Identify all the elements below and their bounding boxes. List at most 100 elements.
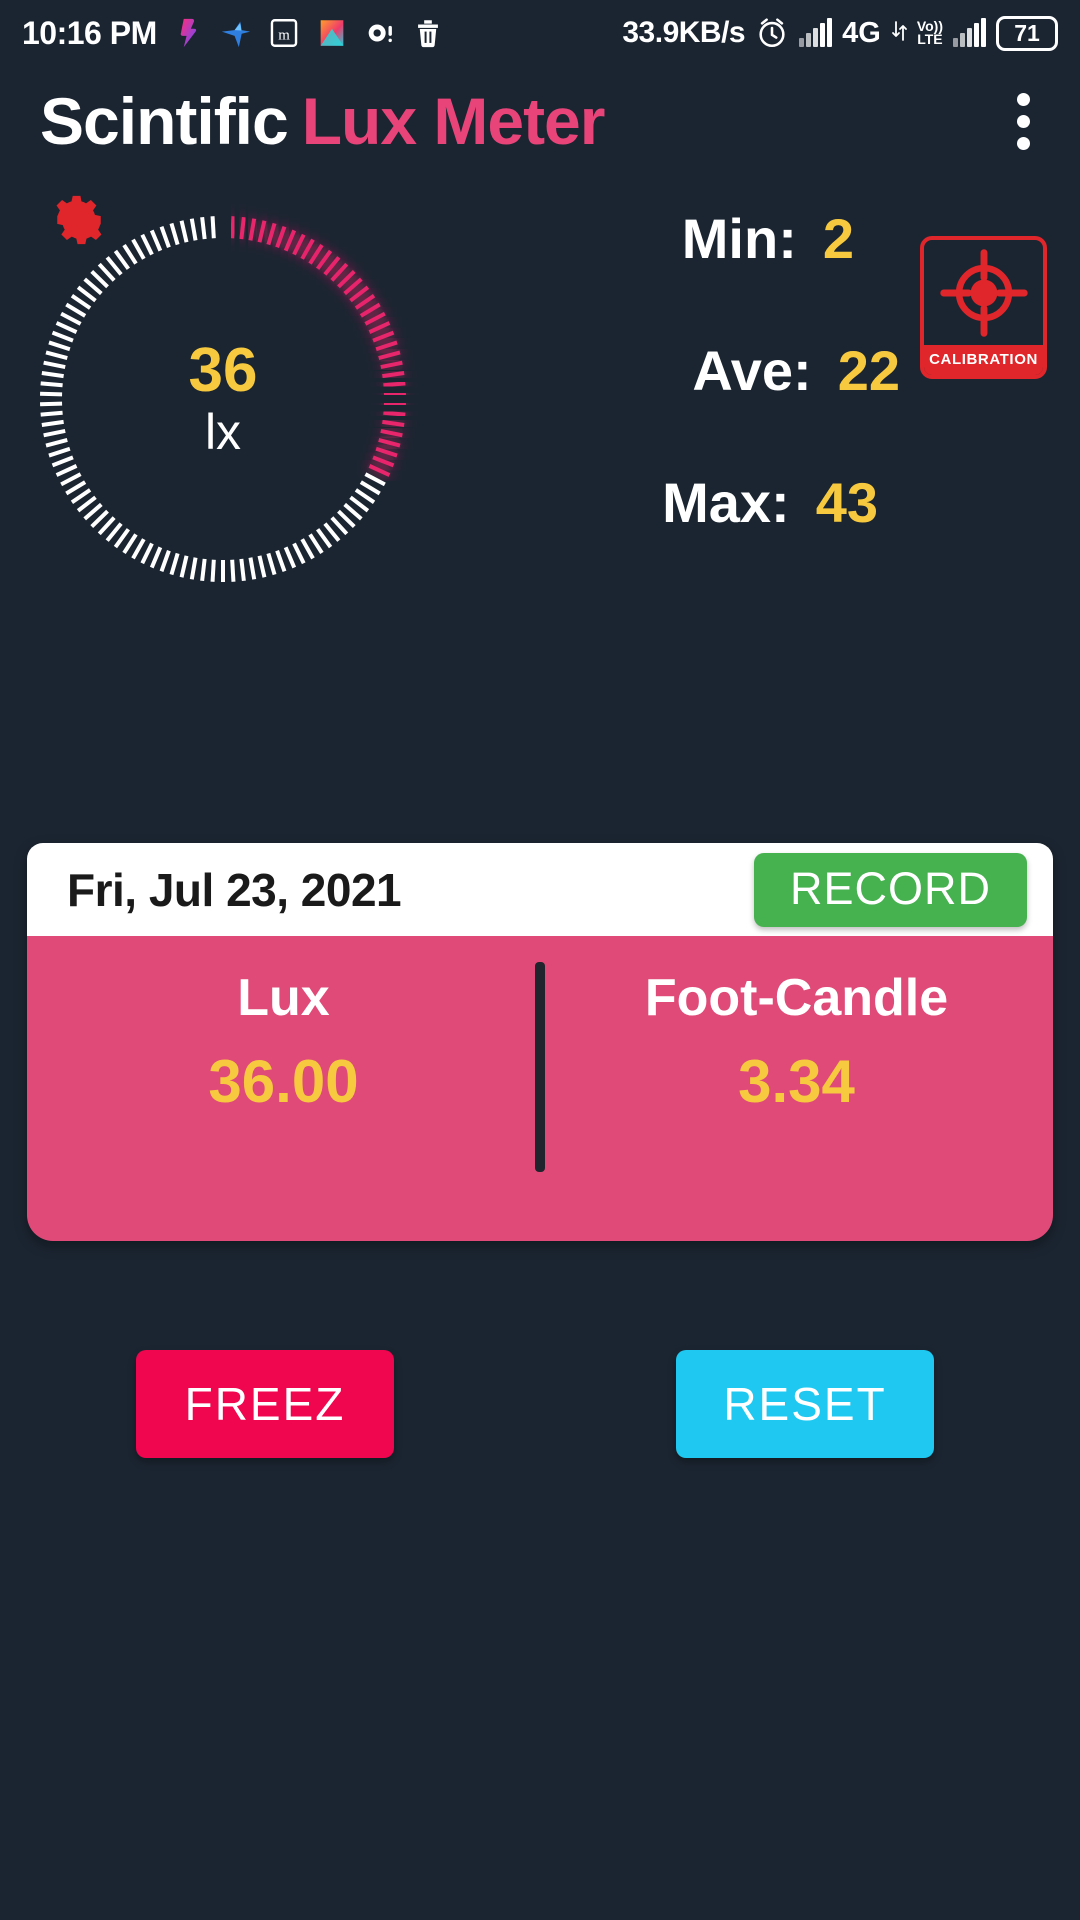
overflow-dot-1 <box>1017 92 1030 106</box>
gauge-tick-active <box>292 233 306 256</box>
gauge-tick-active <box>354 294 376 310</box>
signal-strength-icon-2 <box>953 18 986 47</box>
action-button-row: FREEZ RESET <box>0 1350 1080 1470</box>
gauge-tick-active <box>275 225 287 249</box>
calibration-button[interactable]: CALIBRATION <box>920 236 1047 379</box>
app-icon-pink <box>180 18 196 48</box>
gauge-tick <box>364 472 386 487</box>
gauge-tick <box>90 270 109 289</box>
freez-button[interactable]: FREEZ <box>136 1350 394 1458</box>
gauge-tick <box>65 302 87 318</box>
network-speed: 33.9KB/s <box>622 16 746 49</box>
gauge-tick <box>83 502 103 521</box>
gauge-tick <box>83 277 103 296</box>
app-title-part2: Lux Meter <box>301 84 606 158</box>
gauge-and-stats-section: 36 lx Min: 2 Ave: 22 Max: 43 <box>0 176 1080 646</box>
gauge-tick <box>337 509 356 528</box>
gauge-tick <box>189 218 198 241</box>
gauge-tick-active <box>337 270 356 289</box>
gauge-tick <box>316 528 333 549</box>
gauge-tick <box>51 455 74 468</box>
gauge-tick <box>48 340 71 352</box>
gauge-tick-active <box>248 218 257 241</box>
app-icon-bird <box>221 21 250 48</box>
gauge-tick <box>349 495 370 513</box>
gauge-tick <box>113 528 130 549</box>
gauge-tick <box>210 559 216 582</box>
readings-divider <box>535 962 545 1172</box>
gauge-tick <box>257 555 267 578</box>
gauge-tick-active <box>368 321 391 334</box>
readings-panel: Lux 36.00 Foot-Candle 3.34 <box>27 936 1053 1241</box>
status-bar: 10:16 PM m 33.9KB/s 4G Vo)) LTE 71 <box>0 0 1080 66</box>
gauge-tick <box>97 262 116 282</box>
max-label: Max: <box>662 471 790 534</box>
calibration-icon-area <box>924 240 1043 345</box>
app-icon-m: m <box>270 19 297 47</box>
status-bar-right: 33.9KB/s 4G Vo)) LTE 71 <box>622 15 1058 51</box>
gauge-tick <box>189 557 198 580</box>
gauge-tick-active <box>330 262 349 282</box>
gauge-tick <box>70 488 92 504</box>
lux-reading: Lux 36.00 <box>27 972 540 1241</box>
stat-row-max: Max: 43 <box>470 470 900 602</box>
min-label: Min: <box>681 207 797 270</box>
gauge-tick-active <box>383 391 406 397</box>
record-button[interactable]: RECORD <box>753 852 1027 927</box>
gauge-tick <box>169 552 180 576</box>
gauge-tick <box>140 542 154 565</box>
min-value: 2 <box>822 207 854 270</box>
reset-button[interactable]: RESET <box>676 1350 934 1458</box>
gauge-tick <box>210 216 216 239</box>
gauge-tick <box>131 538 146 560</box>
statistics-panel: Min: 2 Ave: 22 Max: 43 <box>470 206 900 602</box>
gauge-tick <box>48 446 71 458</box>
gauge-tick-active <box>378 437 401 448</box>
gauge-tick <box>323 522 341 542</box>
gauge-tick-active <box>316 249 333 270</box>
app-title-part1: Scintific <box>40 84 289 158</box>
gauge-tick <box>105 256 123 276</box>
app-icon-camera <box>368 24 392 43</box>
gauge-tick <box>76 285 97 303</box>
status-bar-left: 10:16 PM m <box>22 15 445 52</box>
gauge-tick-active <box>239 216 246 240</box>
gauge-tick <box>248 557 257 580</box>
gauge-tick-active <box>359 302 381 318</box>
gauge-tick <box>60 472 82 487</box>
gauge-tick <box>179 555 189 578</box>
data-arrows-icon <box>891 18 907 49</box>
gauge-tick <box>159 549 171 573</box>
gauge-tick <box>41 370 64 379</box>
record-card: Fri, Jul 23, 2021 RECORD Lux 36.00 Foot-… <box>27 843 1053 1241</box>
gauge-tick-active <box>382 370 405 379</box>
gauge-tick <box>55 464 78 477</box>
calibration-label: CALIBRATION <box>924 345 1043 375</box>
stat-row-min: Min: 2 <box>470 206 900 338</box>
gauge-tick <box>40 391 63 397</box>
gauge-tick-active <box>349 285 370 303</box>
svg-text:m: m <box>278 27 290 43</box>
volte-bottom-text: LTE <box>917 31 943 47</box>
gauge-tick <box>40 381 63 388</box>
gauge-tick <box>122 533 138 555</box>
ave-value: 22 <box>837 339 900 402</box>
app-icon-gallery <box>320 20 344 46</box>
gauge-tick <box>343 502 363 521</box>
gauge-tick <box>275 549 287 573</box>
status-time: 10:16 PM <box>22 14 157 51</box>
gauge-tick <box>179 220 189 243</box>
stat-row-ave: Ave: 22 <box>470 338 900 470</box>
gauge-tick <box>300 538 315 560</box>
gauge-tick <box>169 222 180 246</box>
overflow-menu-icon[interactable] <box>1003 79 1044 164</box>
network-type: 4G <box>842 16 881 49</box>
gauge-tick <box>230 559 236 582</box>
gauge-tick <box>140 233 154 256</box>
gauge-tick <box>200 558 207 582</box>
ave-label: Ave: <box>692 339 812 402</box>
gauge-tick <box>76 495 97 513</box>
crosshair-target-icon <box>939 248 1028 337</box>
gauge-tick-active <box>383 410 406 417</box>
gauge-tick <box>51 330 74 343</box>
